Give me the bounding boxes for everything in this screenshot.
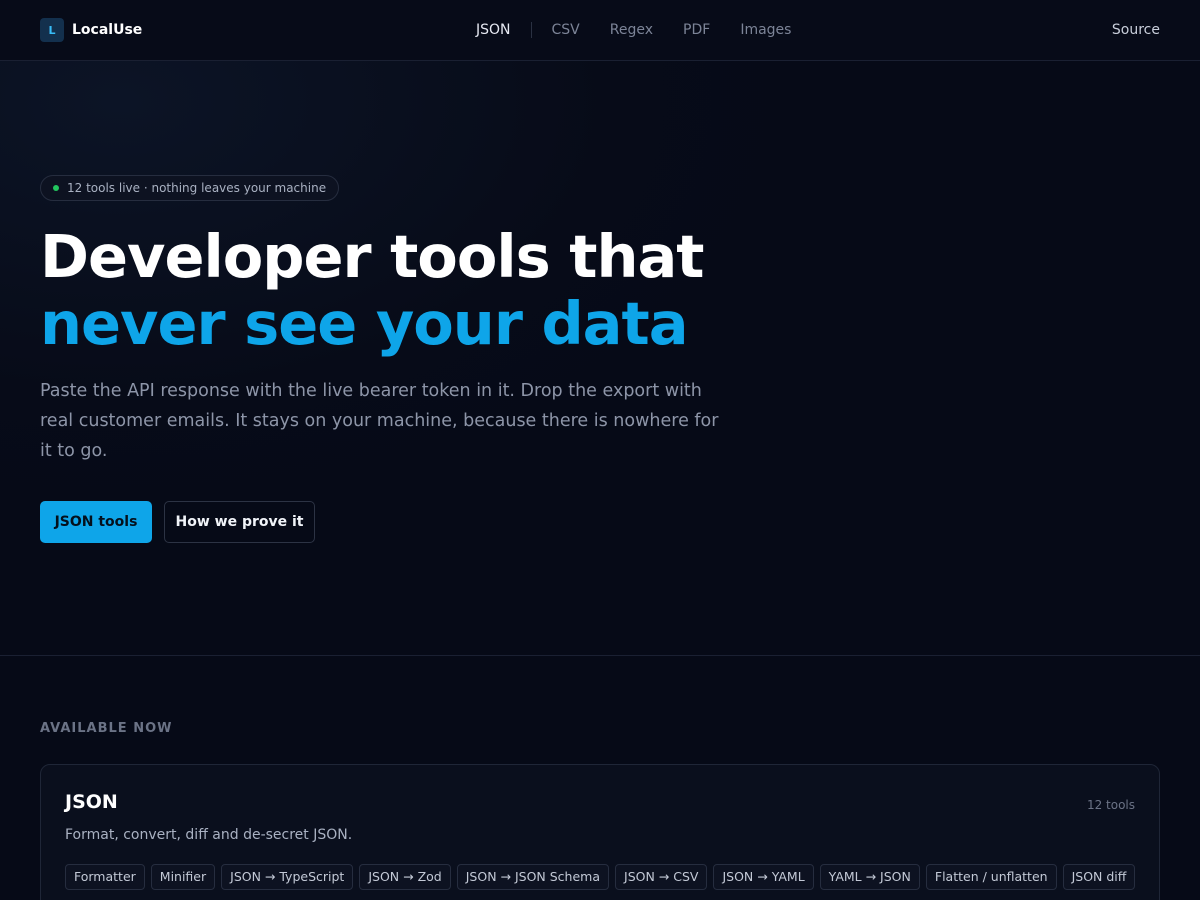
- source-link[interactable]: Source: [1112, 20, 1160, 40]
- nav-pdf[interactable]: PDF: [683, 20, 710, 40]
- tool-chip-formatter[interactable]: Formatter: [65, 864, 145, 890]
- headline-accent: never see your data: [40, 289, 689, 358]
- status-pill-text: 12 tools live · nothing leaves your mach…: [67, 181, 327, 195]
- status-dot-icon: [53, 185, 59, 191]
- tool-chip-flatten-unflatten[interactable]: Flatten / unflatten: [925, 864, 1057, 890]
- card-description: Format, convert, diff and de-secret JSON…: [65, 827, 353, 843]
- hero-section: 12 tools live · nothing leaves your mach…: [0, 61, 1200, 656]
- nav-divider: [530, 22, 532, 38]
- nav-regex[interactable]: Regex: [610, 20, 653, 40]
- main-nav: JSON CSV Regex PDF Images: [476, 20, 821, 40]
- tool-count-badge: 12 tools: [1086, 798, 1135, 812]
- tool-chip-json-to-zod[interactable]: JSON → Zod: [359, 864, 451, 890]
- tool-chip-json-to-typescript[interactable]: JSON → TypeScript: [221, 864, 354, 890]
- brand-name: LocalUse: [72, 22, 143, 38]
- how-we-prove-it-button[interactable]: How we prove it: [164, 501, 315, 543]
- json-tools-button[interactable]: JSON tools: [40, 501, 152, 543]
- tool-chip-list: Formatter Minifier JSON → TypeScript JSO…: [65, 864, 1145, 898]
- nav-csv[interactable]: CSV: [552, 20, 580, 40]
- hero-description: Paste the API response with the live bea…: [40, 381, 719, 461]
- available-now-heading: AVAILABLE NOW: [40, 721, 173, 736]
- tool-chip-json-diff[interactable]: JSON diff: [1062, 864, 1136, 890]
- top-navigation-bar: L LocalUse JSON CSV Regex PDF Images Sou…: [0, 0, 1200, 61]
- status-pill: 12 tools live · nothing leaves your mach…: [40, 175, 340, 201]
- brand-mark-icon: L: [40, 18, 64, 42]
- headline-text: Developer tools that: [40, 222, 704, 291]
- hero-headline: Developer tools that never see your data: [40, 223, 860, 357]
- json-tools-card: JSON 12 tools Format, convert, diff and …: [40, 764, 1160, 900]
- tool-chip-json-to-yaml[interactable]: JSON → YAML: [713, 864, 814, 890]
- brand-logo[interactable]: L LocalUse: [40, 18, 142, 42]
- tool-chip-json-to-csv[interactable]: JSON → CSV: [615, 864, 708, 890]
- tool-chip-json-to-json-schema[interactable]: JSON → JSON Schema: [456, 864, 610, 890]
- nav-images[interactable]: Images: [740, 20, 791, 40]
- nav-json[interactable]: JSON: [476, 20, 511, 40]
- tool-chip-minifier[interactable]: Minifier: [150, 864, 216, 890]
- card-title: JSON: [65, 791, 118, 813]
- tool-chip-yaml-to-json[interactable]: YAML → JSON: [819, 864, 920, 890]
